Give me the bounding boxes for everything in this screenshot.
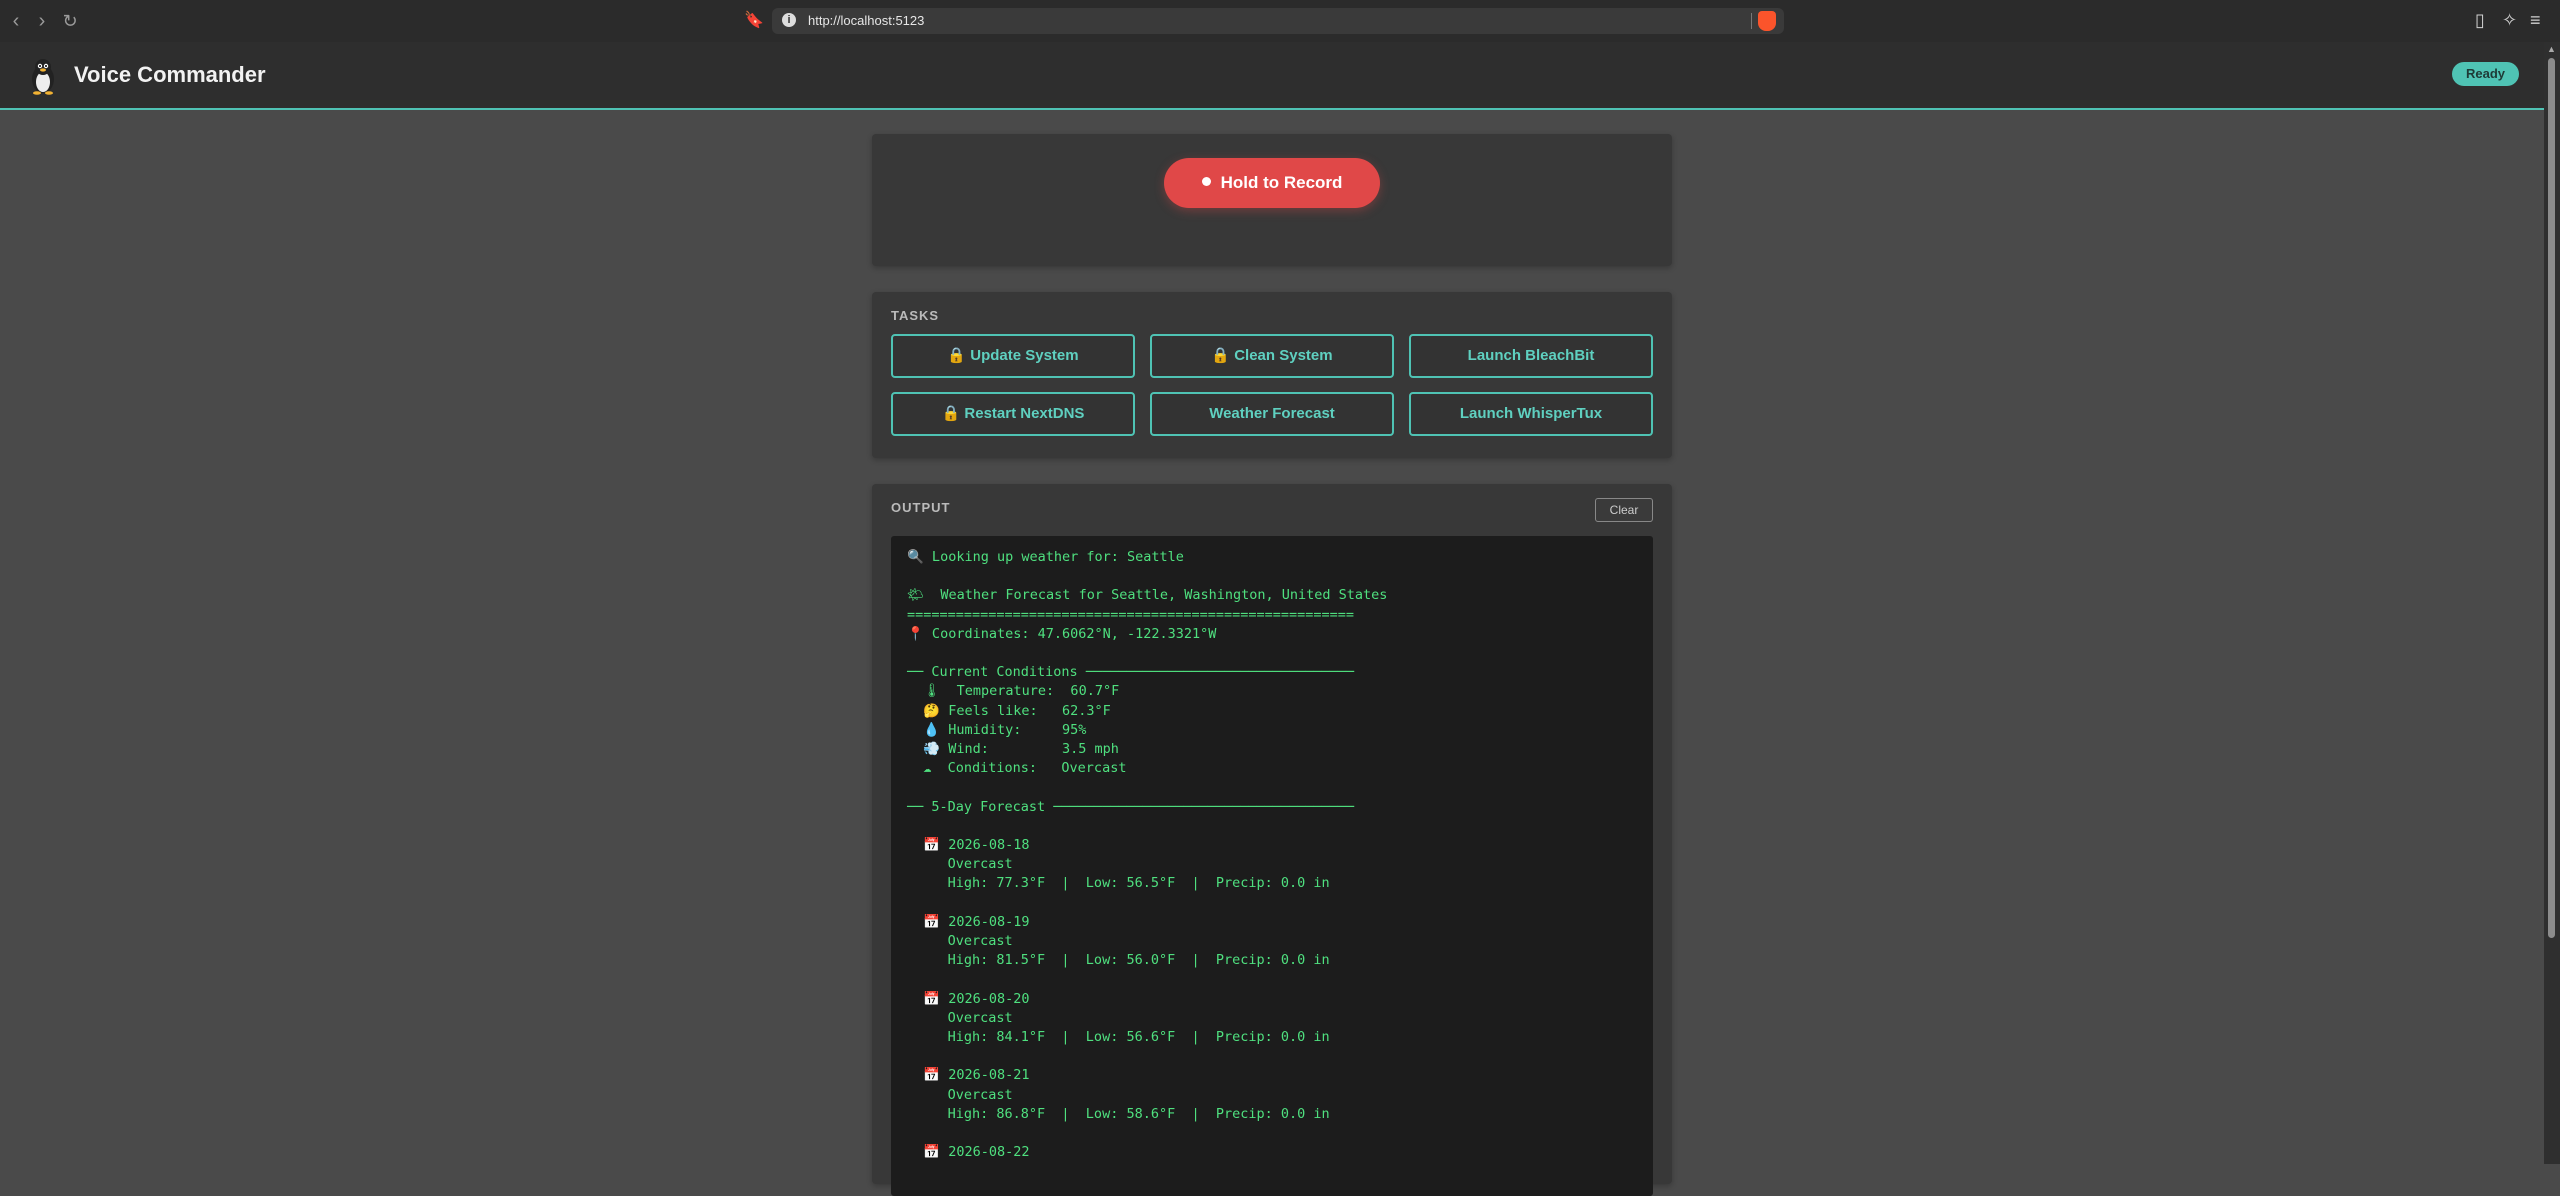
output-console[interactable]: 🔍 Looking up weather for: Seattle 🌤 Weat… <box>891 536 1653 1196</box>
launch-bleachbit-button[interactable]: Launch BleachBit <box>1409 334 1653 378</box>
app-header: Voice Commander Ready <box>0 42 2544 110</box>
brave-shield-icon[interactable] <box>1758 11 1776 31</box>
address-bar[interactable]: 🔖 i http://localhost:5123 <box>744 8 1784 34</box>
restart-nextdns-button[interactable]: 🔒 Restart NextDNS <box>891 392 1135 436</box>
scroll-up-arrow-icon[interactable]: ▲ <box>2547 44 2556 54</box>
record-panel: Hold to Record <box>872 134 1672 266</box>
record-label: Hold to Record <box>1220 173 1343 192</box>
scrollbar[interactable]: ▲ <box>2544 42 2560 1164</box>
reload-icon[interactable]: ↻ <box>58 9 82 33</box>
record-dot-icon <box>1201 177 1211 187</box>
site-info-icon[interactable]: i <box>782 13 796 27</box>
clear-button[interactable]: Clear <box>1595 498 1653 522</box>
output-panel: OUTPUT Clear 🔍 Looking up weather for: S… <box>872 484 1672 1196</box>
clean-system-button[interactable]: 🔒 Clean System <box>1150 334 1394 378</box>
output-text: 🔍 Looking up weather for: Seattle 🌤 Weat… <box>907 549 1388 1161</box>
tasks-heading: TASKS <box>891 308 940 323</box>
tasks-panel: TASKS 🔒 Update System 🔒 Clean System Lau… <box>872 292 1672 458</box>
scroll-thumb[interactable] <box>2548 58 2555 938</box>
browser-toolbar: ‹ › ↻ 🔖 i http://localhost:5123 ▯ ✧ ≡ <box>0 0 2560 43</box>
hold-to-record-button[interactable]: Hold to Record <box>1164 158 1380 208</box>
divider <box>1751 13 1752 29</box>
bookmark-icon[interactable]: 🔖 <box>744 10 764 30</box>
app-title: Voice Commander <box>74 62 266 87</box>
leo-ai-icon[interactable]: ✧ <box>2502 10 2517 31</box>
sidebar-toggle-icon[interactable]: ▯ <box>2475 10 2485 31</box>
weather-forecast-button[interactable]: Weather Forecast <box>1150 392 1394 436</box>
output-heading: OUTPUT <box>891 500 951 515</box>
menu-icon[interactable]: ≡ <box>2530 10 2541 31</box>
status-badge: Ready <box>2452 62 2520 86</box>
url-text[interactable]: http://localhost:5123 <box>808 13 924 28</box>
forward-icon[interactable]: › <box>30 9 54 33</box>
launch-whispertux-button[interactable]: Launch WhisperTux <box>1409 392 1653 436</box>
back-icon[interactable]: ‹ <box>4 9 28 33</box>
update-system-button[interactable]: 🔒 Update System <box>891 334 1135 378</box>
penguin-icon <box>32 59 54 95</box>
